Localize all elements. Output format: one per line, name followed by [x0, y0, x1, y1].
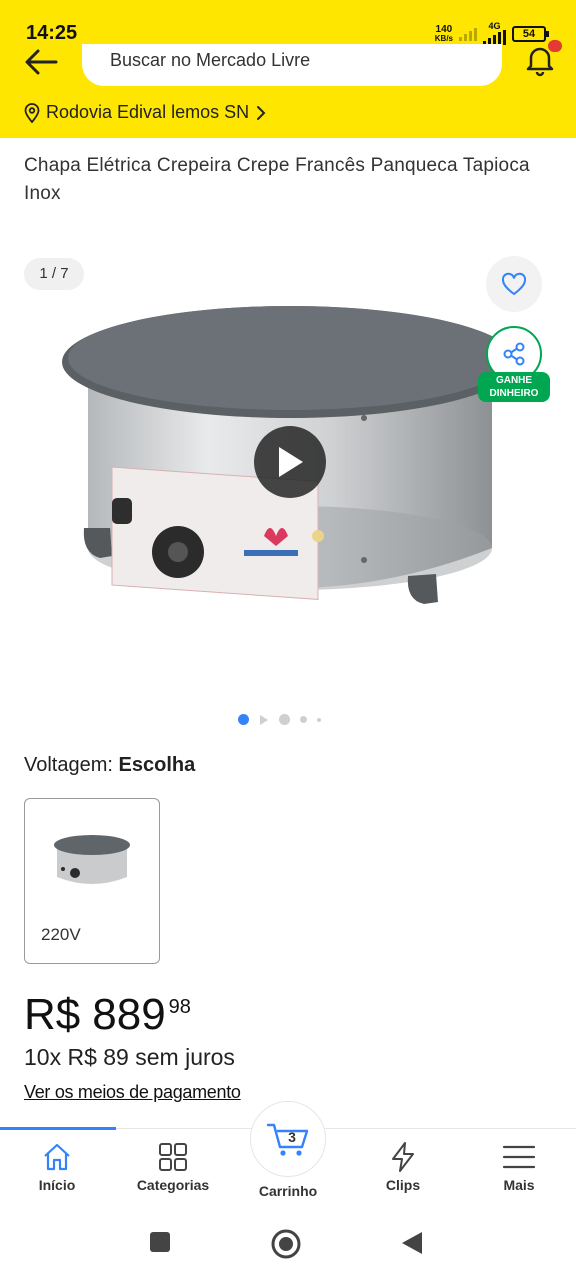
image-counter: 1 / 7 [24, 258, 84, 290]
pagination-dot [279, 714, 290, 725]
net-speed: 140 KB/s [434, 23, 453, 43]
nav-item-categories[interactable]: Categorias [118, 1141, 228, 1193]
variation-option-220v[interactable]: 220V [24, 798, 160, 964]
arrow-left-icon [25, 49, 58, 75]
cart-badge: 3 [288, 1129, 296, 1145]
gallery-pagination [238, 714, 321, 725]
cart-icon: 3 [266, 1123, 309, 1156]
chevron-right-icon [257, 105, 266, 120]
app-header: 14:25 140 KB/s 4G 54 Buscar no Mercado L… [0, 0, 576, 138]
back-button[interactable] [22, 46, 62, 78]
search-input[interactable]: Buscar no Mercado Livre [82, 44, 502, 86]
product-title: Chapa Elétrica Crepeira Crepe Francês Pa… [24, 155, 530, 204]
price-integer: 889 [92, 990, 166, 1039]
system-navigation-bar [0, 1210, 576, 1280]
back-system-button[interactable] [400, 1230, 424, 1261]
square-icon [150, 1232, 170, 1252]
nav-item-cart[interactable]: 3 [250, 1101, 326, 1177]
battery-icon: 54 [512, 25, 549, 42]
nav-label-cart: Carrinho [258, 1183, 318, 1199]
status-bar: 14:25 140 KB/s 4G 54 [0, 0, 576, 48]
home-system-button[interactable] [270, 1228, 302, 1265]
location-selector[interactable]: Rodovia Edival lemos SN [24, 102, 267, 123]
heart-icon [501, 272, 527, 296]
nav-item-clips[interactable]: Clips [348, 1141, 458, 1193]
product-price: R$ 889 98 [24, 990, 191, 1040]
triangle-back-icon [402, 1232, 422, 1254]
installments-text: 10x R$ 89 sem juros [24, 1044, 235, 1070]
pagination-dot [317, 717, 321, 722]
variation-label: Voltagem: Escolha [24, 754, 196, 776]
bolt-icon [392, 1142, 414, 1172]
menu-icon [502, 1145, 536, 1169]
grid-icon [159, 1143, 187, 1171]
cell-signal-icon: 4G [483, 22, 506, 45]
pagination-dot [300, 716, 307, 723]
product-gallery[interactable]: 1 / 7 GANHE DINHEIRO [0, 250, 576, 710]
price-cents: 98 [168, 996, 191, 1018]
favorite-button[interactable] [486, 256, 542, 312]
nav-item-more[interactable]: Mais [464, 1141, 574, 1193]
play-icon [279, 447, 303, 477]
price-currency: R$ [24, 990, 81, 1039]
home-icon [44, 1143, 70, 1171]
bottom-navigation: Início Categorias 3 Carrinho Clips Mais [0, 1101, 576, 1210]
nav-item-home[interactable]: Início [2, 1141, 112, 1193]
payment-methods-link[interactable]: Ver os meios de pagamento [24, 1082, 241, 1103]
variation-value: Escolha [118, 754, 196, 776]
pagination-dot-active [238, 714, 249, 725]
share-icon [503, 342, 525, 366]
variation-option-label: 220V [41, 925, 81, 944]
circle-icon [271, 1229, 301, 1259]
status-time: 14:25 [26, 22, 78, 44]
location-text: Rodovia Edival lemos SN [46, 102, 250, 122]
notification-badge [548, 40, 562, 52]
variation-thumbnail [49, 823, 135, 899]
play-small-icon [260, 714, 268, 725]
play-video-button[interactable] [254, 426, 326, 498]
wifi-signal-icon [459, 27, 477, 41]
nav-active-indicator [0, 1127, 116, 1130]
recent-apps-button[interactable] [148, 1230, 172, 1259]
location-pin-icon [24, 102, 40, 123]
share-earn-label: GANHE DINHEIRO [478, 372, 550, 402]
